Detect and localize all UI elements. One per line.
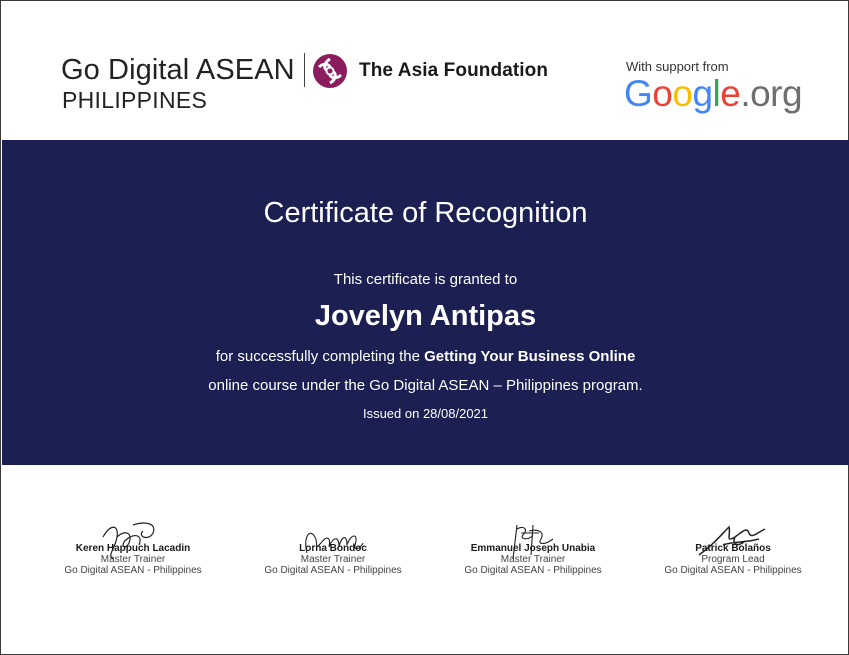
program-title: Go Digital ASEAN	[61, 54, 295, 86]
signatory-name: Emmanuel Joseph Unabia	[470, 543, 596, 554]
signature-image	[102, 522, 155, 560]
google-logo-g: g	[692, 73, 713, 114]
google-logo-o1: o	[652, 73, 673, 114]
granted-text: This certificate is granted to	[333, 271, 518, 288]
google-org-logo: Google.org	[624, 72, 803, 116]
certificate-frame: Go Digital ASEAN PHILIPPINES The Asia Fo…	[0, 0, 849, 655]
google-logo-o2: o	[672, 73, 693, 114]
google-logo-G: G	[624, 73, 653, 114]
logo-divider	[304, 53, 305, 87]
signatures-section: Keren Happuch Lacadin Master Trainer Go …	[2, 465, 849, 655]
recipient-name: Jovelyn Antipas	[314, 300, 537, 332]
signatory-block: Emmanuel Joseph Unabia Master Trainer Go…	[433, 515, 633, 577]
certificate-body: Certificate of Recognition This certific…	[2, 140, 849, 465]
signature-image	[698, 525, 766, 556]
google-logo-org: .org	[740, 73, 803, 114]
program-country: PHILIPPINES	[62, 87, 208, 113]
completion-prefix: for successfully completing the	[215, 348, 425, 365]
signatory-block: Patrick Bolaños Program Lead Go Digital …	[633, 515, 833, 577]
signatory-name: Keren Happuch Lacadin	[75, 543, 191, 554]
signature-image	[305, 532, 364, 554]
partner-name: The Asia Foundation	[359, 60, 549, 81]
signatory-name: Lorna Bondoc	[299, 543, 367, 554]
google-logo-e: e	[720, 73, 741, 114]
completion-line: for successfully completing the Getting …	[2, 348, 849, 365]
signatory-block: Keren Happuch Lacadin Master Trainer Go …	[33, 515, 233, 577]
signatory-block: Lorna Bondoc Master Trainer Go Digital A…	[233, 515, 433, 577]
signature-image	[512, 524, 554, 560]
signatory-org: Go Digital ASEAN - Philippines	[464, 565, 602, 576]
signatory-org: Go Digital ASEAN - Philippines	[264, 565, 402, 576]
certificate-title: Certificate of Recognition	[263, 197, 588, 229]
signatory-org: Go Digital ASEAN - Philippines	[664, 565, 802, 576]
signatory-org: Go Digital ASEAN - Philippines	[64, 565, 202, 576]
course-name: Getting Your Business Online	[424, 348, 636, 365]
signatory-name: Patrick Bolaños	[695, 543, 771, 554]
program-line: online course under the Go Digital ASEAN…	[208, 377, 643, 394]
certificate-header: Go Digital ASEAN PHILIPPINES The Asia Fo…	[1, 1, 848, 138]
asia-foundation-logo-icon	[313, 54, 347, 88]
issue-date: Issued on 28/08/2021	[362, 406, 489, 421]
